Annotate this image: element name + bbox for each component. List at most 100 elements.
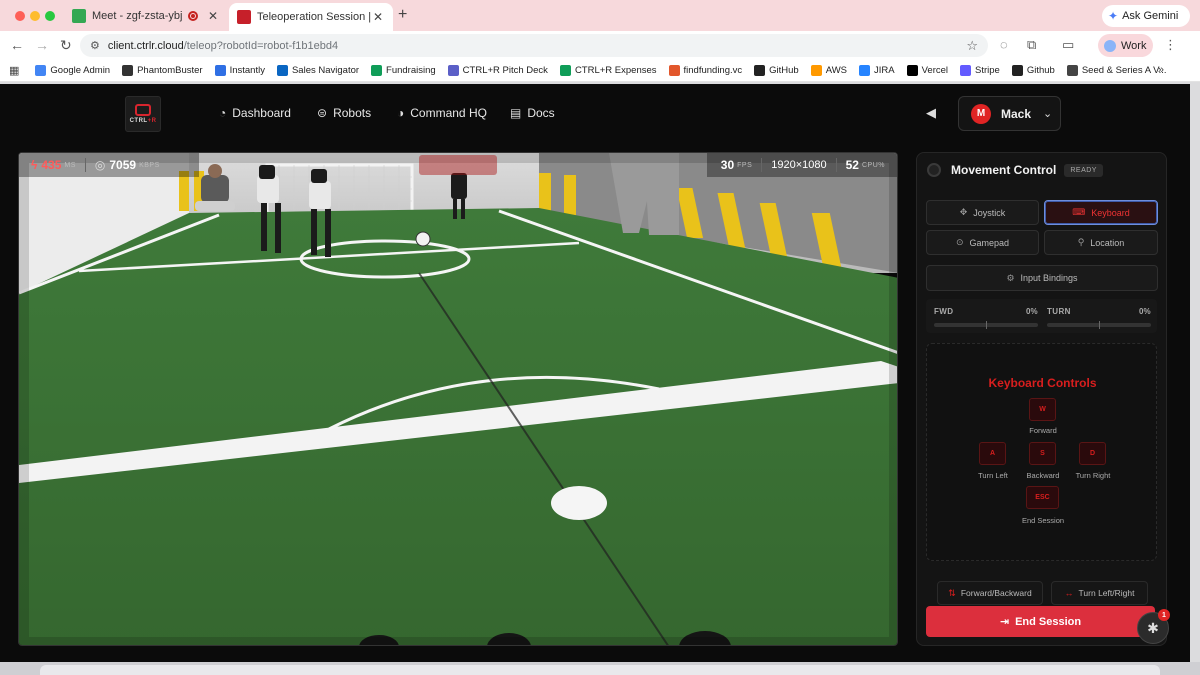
bookmark-item[interactable]: AWS	[810, 65, 847, 76]
browser-toolbar: ← → ↻ ⚙ client.ctrlr.cloud/teleop?robotI…	[0, 31, 1200, 60]
ask-gemini-button[interactable]: ✦ Ask Gemini	[1102, 5, 1190, 27]
nav-docs[interactable]: ▤ Docs	[510, 106, 555, 120]
panel-title: Movement Control	[951, 163, 1057, 177]
key-s[interactable]: S	[1029, 442, 1056, 465]
user-menu-button[interactable]: M Mack ⌄	[958, 96, 1061, 131]
input-bindings-label: Input Bindings	[1020, 273, 1078, 283]
nav-command-hq[interactable]: ◑ Command HQ	[397, 106, 487, 120]
input-bindings-button[interactable]: ⚙ Input Bindings	[926, 265, 1158, 291]
bookmark-item[interactable]: Sales Navigator	[276, 65, 359, 76]
bookmark-favicon-icon	[906, 65, 918, 76]
tab-title: Meet - zgf-zsta-ybj	[92, 10, 183, 22]
bookmark-label: JIRA	[874, 65, 895, 76]
key-d[interactable]: D	[1079, 442, 1106, 465]
bookmark-item[interactable]: PhantomBuster	[122, 65, 203, 76]
bookmark-favicon-icon	[859, 65, 871, 76]
nav-dashboard[interactable]: ◔ Dashboard	[219, 106, 291, 120]
divider	[835, 158, 837, 172]
end-session-button[interactable]: ⇥ End Session	[926, 606, 1155, 637]
bookmark-item[interactable]: Github	[1011, 65, 1055, 76]
site-info-icon[interactable]: ⚙	[90, 39, 100, 52]
panel-header: Movement Control READY	[927, 163, 1103, 177]
bookmark-favicon-icon	[35, 65, 47, 76]
browser-tab-bar: Meet - zgf-zsta-ybj ✕ Teleoperation Sess…	[0, 0, 1200, 31]
window-minimize-button[interactable]	[30, 11, 40, 21]
macos-dock-edge	[0, 662, 1200, 675]
profile-avatar-icon	[1104, 39, 1116, 52]
bookmark-label: Github	[1026, 65, 1055, 76]
bookmark-item[interactable]: Instantly	[214, 65, 265, 76]
ctrlr-logo[interactable]: CTRL+R	[125, 96, 161, 132]
bookmark-label: findfunding.vc	[683, 65, 743, 76]
close-tab-icon[interactable]: ✕	[206, 9, 220, 23]
bookmark-item[interactable]: GitHub	[754, 65, 799, 76]
reload-icon[interactable]: ↻	[60, 37, 72, 54]
cpu-value: 52	[845, 158, 859, 172]
logo-mark-icon	[135, 104, 151, 116]
notification-count-badge: 1	[1158, 609, 1170, 621]
status-dot-icon	[927, 163, 941, 177]
address-bar[interactable]: ⚙ client.ctrlr.cloud/teleop?robotId=robo…	[80, 34, 988, 57]
nav-robots[interactable]: ⊜ Robots	[317, 106, 371, 120]
up-down-arrows-icon: ⇅	[948, 587, 956, 598]
browser-menu-icon[interactable]: ⋮	[1164, 37, 1177, 53]
bookmark-star-icon[interactable]: ☆	[966, 38, 978, 54]
close-tab-icon[interactable]: ✕	[371, 10, 385, 24]
bookmark-item[interactable]: Google Admin	[35, 65, 110, 76]
profile-button[interactable]: Work	[1098, 34, 1153, 57]
fwd-value: 0%	[1026, 307, 1038, 316]
bookmark-item[interactable]: findfunding.vc	[668, 65, 743, 76]
bookmark-item[interactable]: CTRL+R Expenses	[559, 65, 657, 76]
window-maximize-button[interactable]	[45, 11, 55, 21]
key-esc[interactable]: ESC	[1026, 486, 1059, 509]
bookmark-favicon-icon	[668, 65, 680, 76]
key-d-label: Turn Right	[1075, 471, 1111, 480]
bookmark-item[interactable]: CTRL+R Pitch Deck	[447, 65, 548, 76]
window-close-button[interactable]	[15, 11, 25, 21]
cast-icon[interactable]: ▭	[1062, 37, 1074, 53]
bookmark-item[interactable]: Fundraising	[371, 65, 436, 76]
forward-arrow-icon[interactable]: →	[35, 37, 49, 53]
bookmark-favicon-icon	[214, 65, 226, 76]
mode-label: Keyboard	[1091, 207, 1130, 218]
recording-icon	[188, 11, 198, 21]
mode-joystick-button[interactable]: ✥ Joystick	[926, 200, 1039, 225]
divider	[761, 158, 763, 172]
gear-icon: ⚙	[1006, 272, 1015, 283]
meet-favicon-icon	[72, 9, 86, 23]
bitrate-unit: KBPS	[139, 161, 160, 169]
dashboard-icon: ◔	[219, 106, 227, 120]
robot-icon: ⊜	[317, 106, 328, 120]
new-tab-icon[interactable]: +	[398, 6, 407, 24]
bitrate-gauge-icon: ◎	[94, 158, 106, 172]
key-w[interactable]: W	[1029, 398, 1056, 421]
tab-title: Teleoperation Session | CTRL	[257, 11, 371, 23]
bookmark-item[interactable]: JIRA	[859, 65, 895, 76]
velocity-indicators: FWD 0% TURN 0%	[926, 299, 1157, 333]
extensions-puzzle-icon[interactable]: ⧉	[1027, 37, 1036, 53]
back-arrow-icon[interactable]: ←	[10, 37, 24, 53]
apps-grid-icon[interactable]: ▦	[9, 64, 19, 77]
mode-location-button[interactable]: ⚲ Location	[1044, 230, 1158, 255]
mode-gamepad-button[interactable]: ⊙ Gamepad	[926, 230, 1039, 255]
ctrlr-favicon-icon	[237, 10, 251, 24]
tab-teleoperation[interactable]: Teleoperation Session | CTRL ✕	[229, 3, 393, 31]
robot-video-feed[interactable]: ϟ 435 MS ◎ 7059 KBPS 30 FPS 1920×1080 52…	[18, 152, 898, 646]
fwd-label: FWD	[934, 307, 954, 316]
bookmark-label: PhantomBuster	[137, 65, 203, 76]
extension-sync-icon[interactable]: ◌	[1000, 37, 1008, 52]
fps-value: 30	[720, 158, 735, 172]
latency-value: 435	[41, 158, 62, 172]
legend-turn-left-right: ↔ Turn Left/Right	[1051, 581, 1148, 605]
key-a[interactable]: A	[979, 442, 1006, 465]
tab-meet[interactable]: Meet - zgf-zsta-ybj ✕	[64, 4, 228, 28]
legend-label: Turn Left/Right	[1078, 588, 1135, 598]
more-bookmarks-icon[interactable]: »	[1158, 64, 1164, 76]
bookmark-favicon-icon	[960, 65, 972, 76]
mode-keyboard-button[interactable]: ⌨ Keyboard	[1044, 200, 1158, 225]
bookmark-item[interactable]: Seed & Series A V...	[1066, 65, 1167, 76]
bookmark-item[interactable]: Stripe	[960, 65, 1000, 76]
bookmark-item[interactable]: Vercel	[906, 65, 948, 76]
announcements-megaphone-icon[interactable]: ◀	[926, 105, 936, 121]
left-right-arrows-icon: ↔	[1064, 588, 1074, 598]
